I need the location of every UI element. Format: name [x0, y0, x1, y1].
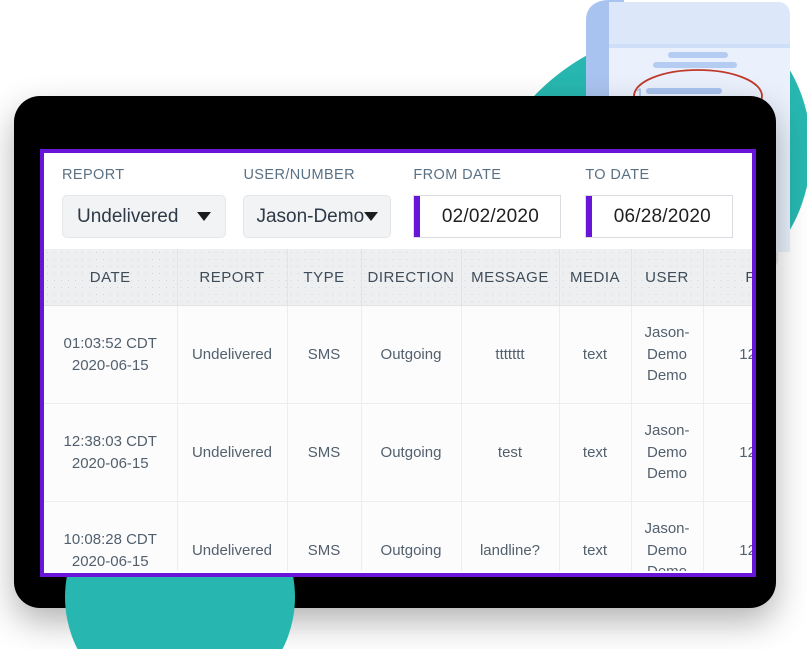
column-header-media[interactable]: MEDIA [559, 249, 632, 306]
cell-message: landline? [461, 501, 560, 571]
user-number-select-value: Jason-Demo [256, 205, 365, 227]
cell-report: Undelivered [177, 501, 288, 571]
report-table-scroll[interactable]: DATE REPORT TYPE DIRECTION MESSAGE MEDIA… [44, 249, 752, 571]
user-number-filter-label: USER/NUMBER [243, 167, 355, 183]
filter-group-to-date: TO DATE 06/28/2020 [585, 167, 740, 238]
from-date-input[interactable]: 02/02/2020 [413, 195, 562, 238]
filter-group-from-date: FROM DATE 02/02/2020 [413, 167, 585, 238]
filter-group-report: REPORT Undelivered [56, 167, 243, 238]
to-date-filter-label: TO DATE [585, 167, 650, 183]
to-date-value: 06/28/2020 [613, 205, 711, 227]
cell-date: 01:03:52 CDT 2020-06-15 [44, 305, 178, 404]
cell-media: text [559, 501, 632, 571]
column-header-report[interactable]: REPORT [177, 249, 288, 306]
chevron-down-icon [197, 212, 211, 221]
report-select[interactable]: Undelivered [62, 195, 226, 238]
paper-line [653, 62, 737, 68]
from-date-filter-label: FROM DATE [413, 167, 502, 183]
cell-from: 1240249 [703, 501, 752, 571]
table-row[interactable]: 10:08:28 CDT 2020-06-15 Undelivered SMS … [44, 501, 752, 571]
column-header-from[interactable]: FROM [703, 249, 752, 306]
cell-message: ttttttt [461, 305, 560, 404]
cell-date: 12:38:03 CDT 2020-06-15 [44, 403, 178, 502]
filter-bar: REPORT Undelivered USER/NUMBER Jason-Dem… [44, 153, 752, 249]
report-filter-label: REPORT [62, 167, 125, 183]
paper-top-roll [609, 2, 790, 44]
paper-line [668, 52, 728, 58]
cell-report: Undelivered [177, 305, 288, 404]
cell-direction: Outgoing [361, 403, 462, 502]
cell-report: Undelivered [177, 403, 288, 502]
column-header-user[interactable]: USER [631, 249, 704, 306]
report-panel: REPORT Undelivered USER/NUMBER Jason-Dem… [40, 149, 756, 577]
cell-type: SMS [287, 501, 362, 571]
cell-user: Jason- Demo Demo [631, 305, 704, 404]
illustration-scene: 1 2 REPORT Undelivered [0, 0, 807, 649]
chevron-down-icon [364, 212, 379, 221]
cell-media: text [559, 305, 632, 404]
report-select-value: Undelivered [77, 205, 179, 227]
cell-from: 1240249 [703, 403, 752, 502]
cell-user: Jason- Demo Demo [631, 501, 704, 571]
cell-direction: Outgoing [361, 305, 462, 404]
user-number-select[interactable]: Jason-Demo [243, 195, 392, 238]
column-header-date[interactable]: DATE [44, 249, 178, 306]
table-header-row: DATE REPORT TYPE DIRECTION MESSAGE MEDIA… [44, 249, 752, 306]
paper-line [646, 88, 722, 94]
cell-media: text [559, 403, 632, 502]
column-header-message[interactable]: MESSAGE [461, 249, 560, 306]
to-date-input[interactable]: 06/28/2020 [585, 195, 734, 238]
from-date-value: 02/02/2020 [441, 205, 539, 227]
filter-group-user-number: USER/NUMBER Jason-Demo [243, 167, 413, 238]
cell-message: test [461, 403, 560, 502]
cell-date: 10:08:28 CDT 2020-06-15 [44, 501, 178, 571]
cell-type: SMS [287, 403, 362, 502]
table-row[interactable]: 01:03:52 CDT 2020-06-15 Undelivered SMS … [44, 305, 752, 404]
column-header-direction[interactable]: DIRECTION [361, 249, 462, 306]
cell-direction: Outgoing [361, 501, 462, 571]
cell-type: SMS [287, 305, 362, 404]
column-header-type[interactable]: TYPE [287, 249, 362, 306]
cell-from: 1240249 [703, 305, 752, 404]
report-table: DATE REPORT TYPE DIRECTION MESSAGE MEDIA… [44, 249, 752, 571]
table-row[interactable]: 12:38:03 CDT 2020-06-15 Undelivered SMS … [44, 403, 752, 502]
cell-user: Jason- Demo Demo [631, 403, 704, 502]
